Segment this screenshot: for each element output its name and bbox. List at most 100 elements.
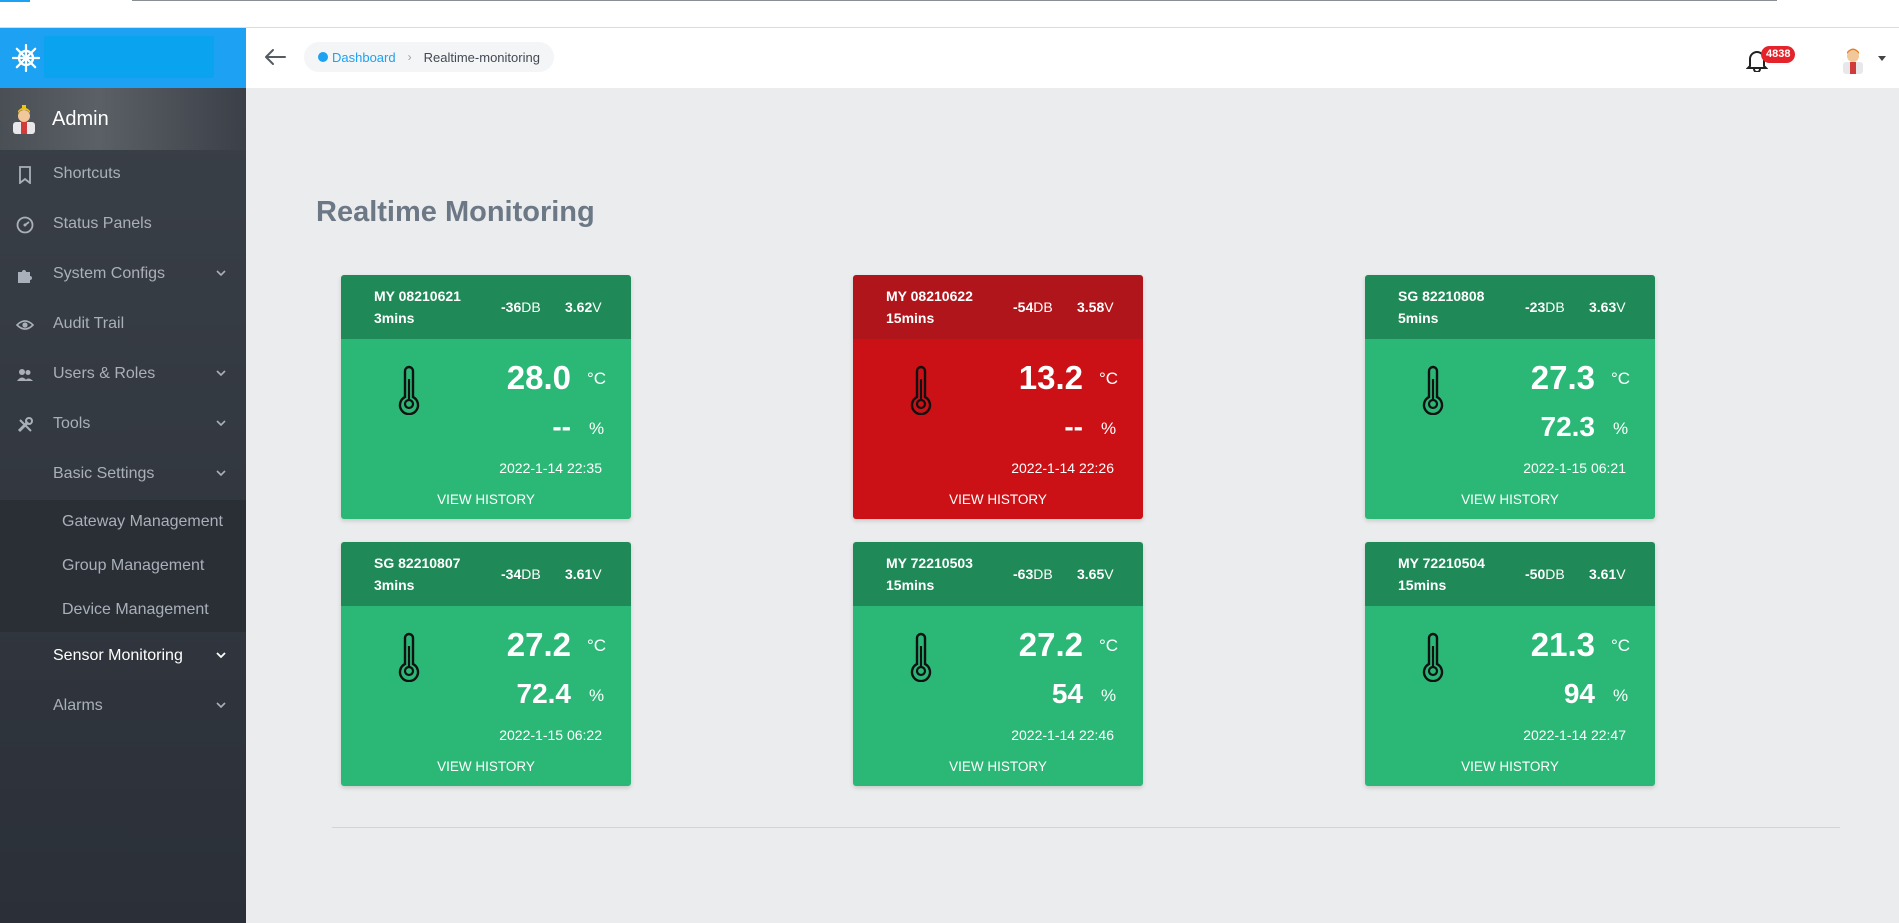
sidebar-item-label: Tools: [53, 415, 91, 432]
device-name: SG 82210808: [1398, 288, 1485, 304]
basic-settings-submenu: Gateway Management Group Management Devi…: [0, 500, 246, 632]
active-tab-indicator: [0, 0, 30, 2]
top-header: Dashboard › Realtime-monitoring 4838: [246, 28, 1899, 88]
sidebar-item-alarms[interactable]: Alarms: [0, 682, 246, 732]
humidity-unit: %: [589, 419, 605, 438]
temperature-unit: °C: [1611, 369, 1631, 388]
temperature-unit: °C: [1099, 369, 1119, 388]
sidebar-item-device-management[interactable]: Device Management: [0, 588, 246, 632]
window-top-strip: [0, 0, 1899, 28]
sidebar-item-label: Audit Trail: [53, 315, 125, 332]
chevron-down-icon: [216, 470, 226, 477]
sidebar-item-label: Users & Roles: [53, 365, 156, 382]
reading-timestamp: 2022-1-14 22:47: [1523, 727, 1626, 743]
chevron-down-icon: [216, 420, 226, 427]
battery-voltage: 3.62V: [565, 299, 602, 315]
sidebar-item-label: Status Panels: [53, 215, 152, 232]
temperature-unit: °C: [587, 369, 607, 388]
sidebar-item-basic-settings[interactable]: Basic Settings: [0, 450, 246, 500]
reading-timestamp: 2022-1-15 06:21: [1523, 460, 1626, 476]
sensor-card-body: 21.3 °C 94 % 2022-1-14 22:47 VIEW HISTOR…: [1365, 606, 1655, 786]
signal-unit: DB: [1545, 566, 1565, 582]
thermometer-icon: [1422, 632, 1444, 682]
sidebar-item-shortcuts[interactable]: Shortcuts: [0, 150, 246, 200]
reading-timestamp: 2022-1-14 22:46: [1011, 727, 1114, 743]
sidebar-item-group-management[interactable]: Group Management: [0, 544, 246, 588]
brand-logo-area[interactable]: [44, 36, 214, 78]
gauge-icon: [16, 216, 34, 234]
sidebar-item-label: Sensor Monitoring: [53, 647, 183, 664]
humidity-unit: %: [1101, 686, 1117, 705]
sidebar-item-users-roles[interactable]: Users & Roles: [0, 350, 246, 400]
thermometer-icon: [398, 632, 420, 682]
sidebar-item-system-configs[interactable]: System Configs: [0, 250, 246, 300]
voltage-value: 3.65: [1077, 566, 1105, 582]
humidity-unit: %: [589, 686, 605, 705]
temperature-value: 27.2: [1018, 626, 1083, 663]
voltage-unit: V: [592, 566, 602, 582]
ship-wheel-icon[interactable]: [12, 44, 40, 72]
admin-avatar-icon: [13, 105, 35, 134]
sensor-card-header: MY 72210503 15mins -63DB 3.65V: [853, 542, 1143, 606]
sensor-card-body: 28.0 °C -- % 2022-1-14 22:35 VIEW HISTOR…: [341, 339, 631, 519]
sidebar-item-audit-trail[interactable]: Audit Trail: [0, 300, 246, 350]
device-name: MY 72210504: [1398, 555, 1485, 571]
battery-voltage: 3.63V: [1589, 299, 1626, 315]
sidebar-item-tools[interactable]: Tools: [0, 400, 246, 450]
user-menu-caret-icon[interactable]: [1878, 56, 1886, 61]
sensor-card: MY 08210621 3mins -36DB 3.62V 28.0 °C --…: [341, 275, 631, 519]
sidebar-nav: Shortcuts Status Panels System Configs A…: [0, 150, 246, 732]
breadcrumb-separator-icon: ›: [407, 50, 412, 64]
notification-badge: 4838: [1761, 46, 1796, 63]
view-history-link[interactable]: VIEW HISTORY: [341, 492, 631, 507]
battery-voltage: 3.61V: [1589, 566, 1626, 582]
temperature-unit: °C: [1611, 636, 1631, 655]
humidity-value: --: [1064, 411, 1083, 442]
address-line: [132, 0, 1777, 1]
view-history-link[interactable]: VIEW HISTORY: [853, 759, 1143, 774]
view-history-link[interactable]: VIEW HISTORY: [853, 492, 1143, 507]
device-name: MY 08210622: [886, 288, 973, 304]
voltage-value: 3.61: [565, 566, 593, 582]
sensor-card-header: MY 08210621 3mins -36DB 3.62V: [341, 275, 631, 339]
signal-unit: DB: [1033, 299, 1053, 315]
dashboard-icon: [318, 52, 328, 62]
sensor-card: MY 72210504 15mins -50DB 3.61V 21.3 °C 9…: [1365, 542, 1655, 786]
humidity-unit: %: [1613, 686, 1629, 705]
sidebar-item-label: Group Management: [62, 557, 205, 574]
device-name: SG 82210807: [374, 555, 461, 571]
sensor-card-header: SG 82210808 5mins -23DB 3.63V: [1365, 275, 1655, 339]
signal-unit: DB: [521, 299, 541, 315]
sidebar-item-label: Device Management: [62, 601, 209, 618]
eye-icon: [16, 320, 34, 330]
sidebar-item-label: System Configs: [53, 265, 166, 282]
view-history-link[interactable]: VIEW HISTORY: [1365, 492, 1655, 507]
sidebar-item-sensor-monitoring[interactable]: Sensor Monitoring: [0, 632, 246, 682]
chevron-down-icon: [216, 370, 226, 377]
signal-strength: -34DB: [501, 566, 541, 582]
last-seen: 15mins: [1398, 577, 1447, 593]
view-history-link[interactable]: VIEW HISTORY: [1365, 759, 1655, 774]
user-avatar-icon[interactable]: [1840, 44, 1866, 74]
humidity-value: --: [552, 411, 571, 442]
humidity-value: 72.3: [1540, 411, 1596, 442]
thermometer-icon: [398, 365, 420, 415]
battery-voltage: 3.58V: [1077, 299, 1114, 315]
voltage-unit: V: [592, 299, 602, 315]
back-arrow-icon[interactable]: [264, 48, 286, 66]
device-name: MY 08210621: [374, 288, 461, 304]
admin-username: Admin: [52, 108, 109, 130]
breadcrumb-home-label: Dashboard: [332, 49, 396, 65]
temperature-unit: °C: [587, 636, 607, 655]
temperature-value: 28.0: [506, 359, 571, 396]
breadcrumb-dashboard-link[interactable]: Dashboard: [318, 50, 396, 65]
sidebar-item-gateway-management[interactable]: Gateway Management: [0, 500, 246, 544]
reading-timestamp: 2022-1-14 22:35: [499, 460, 602, 476]
sidebar-item-status-panels[interactable]: Status Panels: [0, 200, 246, 250]
chevron-down-icon: [216, 702, 226, 709]
chevron-down-icon: [216, 652, 226, 659]
voltage-unit: V: [1616, 299, 1626, 315]
view-history-link[interactable]: VIEW HISTORY: [341, 759, 631, 774]
main-content: Realtime Monitoring MY 08210621 3mins -3…: [246, 88, 1899, 923]
voltage-unit: V: [1104, 299, 1114, 315]
